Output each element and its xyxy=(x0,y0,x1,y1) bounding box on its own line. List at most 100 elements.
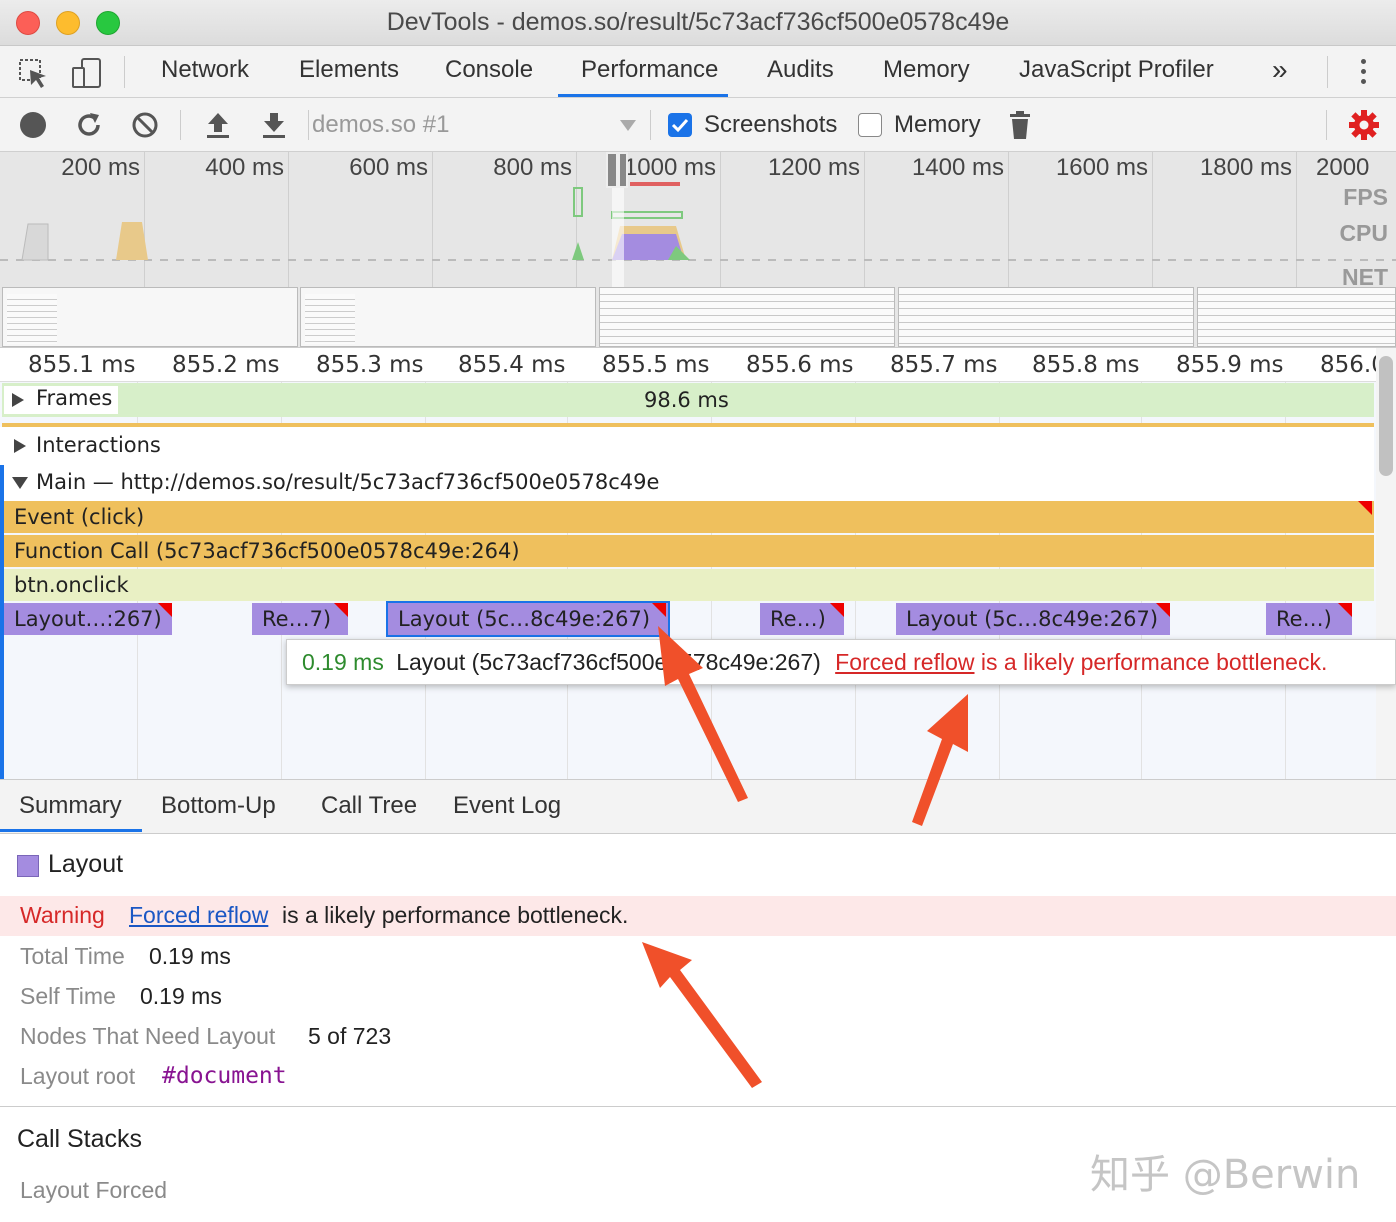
forced-reflow-link[interactable]: Forced reflow xyxy=(129,902,268,929)
toolbar-divider xyxy=(180,110,181,140)
ruler-label: 855.7 ms xyxy=(890,352,998,378)
tab-network[interactable]: Network xyxy=(161,46,249,97)
self-time-value: 0.19 ms xyxy=(140,983,222,1009)
overview-tick-label: 600 ms xyxy=(349,154,428,181)
call-stacks-title: Call Stacks xyxy=(17,1125,143,1153)
overview-tick-label: 800 ms xyxy=(493,154,572,181)
selection-left-handle[interactable] xyxy=(606,152,618,188)
annotation-arrow-to-warning xyxy=(642,942,762,1088)
interactions-label: Interactions xyxy=(36,433,161,457)
warning-marker xyxy=(1156,603,1170,617)
kebab-menu-icon[interactable] xyxy=(1352,56,1376,88)
overview-tick-label: 1400 ms xyxy=(911,154,1004,181)
main-track-header[interactable]: Main — http://demos.so/result/5c73acf736… xyxy=(0,465,1374,501)
overview-tick-label: 1800 ms xyxy=(1199,154,1292,181)
ruler-label: 855.2 ms xyxy=(172,352,280,378)
section-divider xyxy=(0,1106,1396,1107)
nodes-need-layout-label: Nodes That Need Layout xyxy=(20,1023,276,1049)
inspect-element-icon[interactable] xyxy=(18,58,50,90)
tab-elements[interactable]: Elements xyxy=(299,46,399,97)
call-stack-item: Layout Forced xyxy=(20,1177,168,1203)
overview-tick-label: 1200 ms xyxy=(767,154,860,181)
tab-memory[interactable]: Memory xyxy=(883,46,970,97)
frame-duration: 98.6 ms xyxy=(644,388,729,412)
window-title: DevTools - demos.so/result/5c73acf736cf5… xyxy=(386,8,1010,36)
load-profile-icon[interactable] xyxy=(203,110,233,140)
tab-event-log[interactable]: Event Log xyxy=(453,780,561,832)
overview-tick-label: 400 ms xyxy=(205,154,284,181)
ruler-label: 855.1 ms xyxy=(28,352,136,378)
memory-checkbox[interactable] xyxy=(858,113,882,137)
cpu-activity-graph xyxy=(0,182,1396,261)
function-call-bar[interactable]: Function Call (5c73acf736cf500e0578c49e:… xyxy=(4,535,1374,567)
screenshot-thumbnail[interactable] xyxy=(1197,287,1396,347)
expand-arrow-icon xyxy=(12,393,24,407)
tab-performance[interactable]: Performance xyxy=(581,46,718,97)
main-thread-label: Main — http://demos.so/result/5c73acf736… xyxy=(36,470,660,494)
toolbar-divider xyxy=(650,110,651,140)
tab-summary[interactable]: Summary xyxy=(19,780,122,832)
layout-root-label: Layout root xyxy=(20,1063,136,1089)
ruler-label: 855.4 ms xyxy=(458,352,566,378)
target-select-value: demos.so #1 xyxy=(312,111,450,138)
toolbar-divider xyxy=(1326,110,1327,140)
warning-label: Warning xyxy=(20,902,105,928)
interactions-track[interactable]: Interactions xyxy=(0,427,1374,465)
target-select[interactable]: demos.so #1 xyxy=(312,106,642,144)
self-time-label: Self Time xyxy=(20,983,116,1009)
settings-gear-icon[interactable] xyxy=(1348,109,1380,141)
tab-console[interactable]: Console xyxy=(445,46,533,97)
chevron-down-icon xyxy=(620,120,636,131)
warning-marker xyxy=(652,603,666,617)
overview-tick-label: 2000 xyxy=(1316,154,1370,181)
flame-chart[interactable]: 855.1 ms 855.2 ms 855.3 ms 855.4 ms 855.… xyxy=(0,347,1396,779)
total-time-label: Total Time xyxy=(20,943,125,969)
screenshots-checkbox[interactable] xyxy=(668,113,692,137)
warning-row: Warning Forced reflow is a likely perfor… xyxy=(0,896,1396,936)
tab-bottom-up[interactable]: Bottom-Up xyxy=(161,780,276,832)
active-tab-indicator xyxy=(558,94,728,97)
toolbar-divider xyxy=(1327,56,1328,88)
timeline-overview[interactable]: 200 ms 400 ms 600 ms 800 ms 1000 ms 1200… xyxy=(0,152,1396,347)
save-profile-icon[interactable] xyxy=(259,110,289,140)
memory-label: Memory xyxy=(894,111,981,138)
ruler-label: 855.3 ms xyxy=(316,352,424,378)
time-ruler: 855.1 ms 855.2 ms 855.3 ms 855.4 ms 855.… xyxy=(0,348,1396,382)
screenshot-thumbnail[interactable] xyxy=(898,287,1194,347)
screenshot-thumbnail[interactable] xyxy=(2,287,298,347)
toolbar-divider xyxy=(124,56,125,88)
layout-block[interactable]: Layout…:267) xyxy=(4,603,172,635)
toolbar-divider xyxy=(308,110,309,140)
tab-javascript-profiler[interactable]: JavaScript Profiler xyxy=(1019,46,1214,97)
tooltip-forced-reflow-link[interactable]: Forced reflow xyxy=(835,649,974,675)
summary-title: Layout xyxy=(48,850,124,878)
frames-label: Frames xyxy=(36,386,113,410)
window-titlebar: DevTools - demos.so/result/5c73acf736cf5… xyxy=(0,0,1396,46)
selection-right-handle[interactable] xyxy=(618,152,628,188)
flame-tooltip: 0.19 ms Layout (5c73acf736cf500e0578c49e… xyxy=(286,639,1396,685)
collect-garbage-icon[interactable] xyxy=(1006,110,1034,140)
clear-icon[interactable] xyxy=(130,110,160,140)
layout-color-swatch xyxy=(17,855,39,877)
onclick-bar[interactable]: btn.onclick xyxy=(4,569,1374,601)
event-click-bar[interactable]: Event (click) xyxy=(4,501,1374,533)
frames-track-header[interactable]: Frames xyxy=(4,386,118,414)
collapse-arrow-icon xyxy=(12,477,28,489)
layout-block-selected[interactable]: Layout (5c…8c49e:267) xyxy=(386,601,670,637)
flame-scrollbar[interactable] xyxy=(1376,348,1396,779)
scrollbar-thumb[interactable] xyxy=(1379,356,1393,476)
tab-audits[interactable]: Audits xyxy=(767,46,834,97)
tab-call-tree[interactable]: Call Tree xyxy=(321,780,417,832)
overview-tick-label: 1600 ms xyxy=(1055,154,1148,181)
screenshots-label: Screenshots xyxy=(704,111,838,138)
screenshot-thumbnail[interactable] xyxy=(300,287,596,347)
reload-icon[interactable] xyxy=(74,110,104,140)
ruler-label: 855.9 ms xyxy=(1176,352,1284,378)
record-icon[interactable] xyxy=(20,112,46,138)
layout-block[interactable]: Layout (5c…8c49e:267) xyxy=(896,603,1170,635)
nodes-need-layout-value: 5 of 723 xyxy=(308,1023,392,1049)
more-tabs-icon[interactable]: » xyxy=(1272,46,1288,97)
screenshot-thumbnail[interactable] xyxy=(599,287,895,347)
device-toolbar-icon[interactable] xyxy=(70,56,104,90)
layout-root-value[interactable]: #document xyxy=(162,1063,287,1089)
